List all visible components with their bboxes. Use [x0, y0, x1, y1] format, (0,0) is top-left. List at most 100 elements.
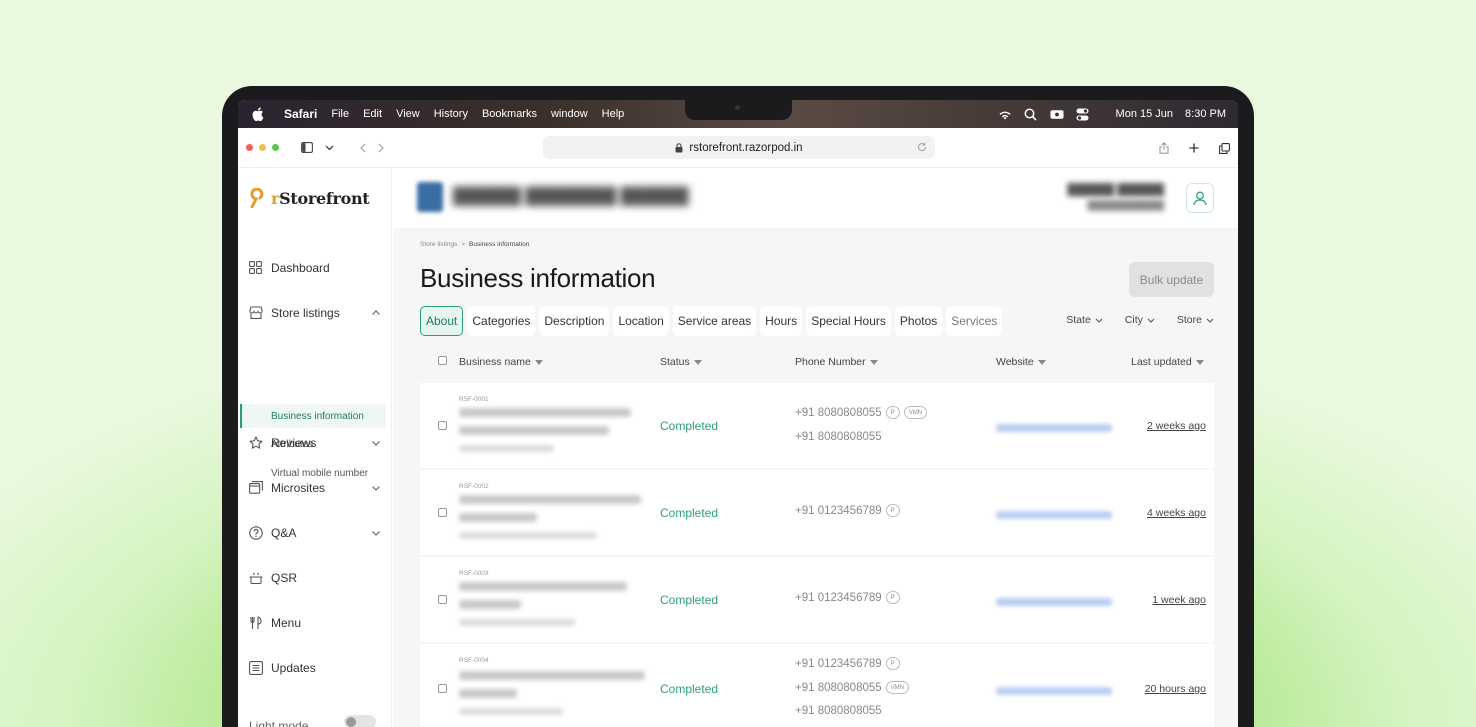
- menu-file[interactable]: File: [331, 108, 349, 120]
- screen-record-icon[interactable]: [1050, 107, 1064, 121]
- back-arrow-icon[interactable]: [355, 140, 371, 156]
- website-link-redacted[interactable]: [996, 598, 1112, 606]
- minimize-window-button[interactable]: [259, 144, 266, 151]
- table-row[interactable]: RSF-0003 Completed +91 0123456789 P 1 we…: [420, 557, 1214, 642]
- table-row[interactable]: RSF-0004 Completed +91 0123456789 P +91 …: [420, 644, 1214, 727]
- sidebar-toggle-icon[interactable]: [299, 140, 315, 156]
- primary-tag: P: [885, 504, 900, 517]
- chevron-down-icon[interactable]: [371, 483, 381, 493]
- website-link-redacted[interactable]: [996, 687, 1112, 695]
- user-avatar-button[interactable]: [1186, 183, 1214, 213]
- menubar-status: Mon 15 Jun 8:30 PM: [998, 100, 1226, 128]
- chevron-down-icon: [1206, 318, 1214, 323]
- forward-arrow-icon[interactable]: [373, 140, 389, 156]
- menubar-date[interactable]: Mon 15 Jun: [1116, 108, 1173, 120]
- control-center-icon[interactable]: [1076, 107, 1090, 121]
- tab-about[interactable]: About: [420, 306, 464, 336]
- column-phone-number[interactable]: Phone Number: [795, 356, 878, 368]
- sidebar-item-menu[interactable]: Menu: [249, 613, 381, 633]
- tab-overview-icon[interactable]: [1216, 140, 1232, 156]
- status-badge: Completed: [660, 506, 719, 520]
- filter-city[interactable]: City: [1125, 314, 1155, 326]
- light-mode-toggle[interactable]: [344, 715, 376, 727]
- filter-store[interactable]: Store: [1177, 314, 1214, 326]
- sidebar-item-label: Store listings: [271, 306, 340, 320]
- sidebar-item-label: Reviews: [271, 436, 317, 450]
- logo-mark-icon: [250, 188, 264, 208]
- close-window-button[interactable]: [246, 144, 253, 151]
- menubar-app-name[interactable]: Safari: [284, 107, 317, 121]
- sidebar-item-reviews[interactable]: Reviews: [249, 433, 381, 453]
- row-checkbox[interactable]: [438, 421, 447, 430]
- last-updated-link[interactable]: 2 weeks ago: [1147, 420, 1206, 432]
- column-status[interactable]: Status: [660, 356, 702, 368]
- sidebar-item-label: QSR: [271, 571, 298, 585]
- last-updated-link[interactable]: 1 week ago: [1152, 594, 1206, 606]
- sidebar-item-qsr[interactable]: QSR: [249, 568, 381, 588]
- business-address-redacted: [459, 708, 563, 715]
- tab-services[interactable]: Services: [946, 306, 1003, 336]
- tab-service-areas[interactable]: Service areas: [672, 306, 757, 336]
- sidebar-subitem-business-information[interactable]: Business information: [271, 411, 364, 422]
- menu-help[interactable]: Help: [602, 108, 625, 120]
- cooking-pot-icon: [249, 571, 263, 585]
- primary-tag: P: [885, 657, 900, 670]
- table-header: Business name Status Phone Number Websit…: [420, 350, 1214, 374]
- sidebar-item-label: Q&A: [271, 526, 297, 540]
- main-content: ██████ ████████ ██████ ██████ ██████ ███…: [393, 168, 1238, 727]
- menu-bookmarks[interactable]: Bookmarks: [482, 108, 537, 120]
- filter-state[interactable]: State: [1066, 314, 1103, 326]
- last-updated-link[interactable]: 20 hours ago: [1145, 683, 1206, 695]
- tab-special-hours[interactable]: Special Hours: [806, 306, 891, 336]
- menu-edit[interactable]: Edit: [363, 108, 382, 120]
- row-checkbox[interactable]: [438, 508, 447, 517]
- chevron-down-icon[interactable]: [371, 438, 381, 448]
- tab-description[interactable]: Description: [539, 306, 610, 336]
- table-row[interactable]: RSF-0001 Completed +91 8080808055 P VMN …: [420, 383, 1214, 468]
- column-last-updated[interactable]: Last updated: [1131, 356, 1204, 368]
- menu-view[interactable]: View: [396, 108, 420, 120]
- breadcrumb-parent[interactable]: Store listings: [420, 241, 457, 248]
- tab-photos[interactable]: Photos: [894, 306, 943, 336]
- tab-group-chevron-icon[interactable]: [321, 140, 337, 156]
- chevron-up-icon[interactable]: [371, 308, 381, 318]
- select-all-checkbox[interactable]: [438, 356, 447, 365]
- menubar-time[interactable]: 8:30 PM: [1185, 108, 1226, 120]
- business-name-redacted[interactable]: ██████ ████████ ██████: [453, 188, 689, 206]
- reload-icon[interactable]: [917, 141, 927, 155]
- menu-history[interactable]: History: [434, 108, 468, 120]
- address-bar[interactable]: rstorefront.razorpod.in: [543, 136, 935, 159]
- tab-location[interactable]: Location: [613, 306, 669, 336]
- table-row[interactable]: RSF-0002 Completed +91 0123456789 P 4 we…: [420, 470, 1214, 555]
- sidebar-item-dashboard[interactable]: Dashboard: [249, 258, 381, 278]
- column-business-name[interactable]: Business name: [459, 356, 543, 368]
- apple-icon[interactable]: [252, 107, 264, 121]
- chevron-down-icon[interactable]: [371, 528, 381, 538]
- website-link-redacted[interactable]: [996, 511, 1112, 519]
- sidebar-item-qa[interactable]: Q&A: [249, 523, 381, 543]
- website-link-redacted[interactable]: [996, 424, 1112, 432]
- sidebar-item-updates[interactable]: Updates: [249, 658, 381, 678]
- row-checkbox[interactable]: [438, 684, 447, 693]
- menu-window[interactable]: window: [551, 108, 588, 120]
- row-checkbox[interactable]: [438, 595, 447, 604]
- bulk-update-button[interactable]: Bulk update: [1129, 262, 1214, 297]
- tab-hours[interactable]: Hours: [760, 306, 803, 336]
- business-logo[interactable]: [417, 182, 443, 212]
- sidebar-item-microsites[interactable]: Microsites: [249, 478, 381, 498]
- last-updated-link[interactable]: 4 weeks ago: [1147, 507, 1206, 519]
- sidebar-item-store-listings[interactable]: Store listings: [249, 303, 381, 323]
- camera-notch: [685, 100, 792, 120]
- column-website[interactable]: Website: [996, 356, 1046, 368]
- spotlight-search-icon[interactable]: [1024, 107, 1038, 121]
- wifi-icon[interactable]: [998, 107, 1012, 121]
- phone-number: +91 0123456789 P: [795, 504, 900, 517]
- new-tab-icon[interactable]: [1186, 140, 1202, 156]
- tab-categories[interactable]: Categories: [467, 306, 536, 336]
- user-email-redacted: ████████████: [1087, 200, 1164, 210]
- rstorefront-logo[interactable]: rStorefront: [249, 188, 370, 208]
- zoom-window-button[interactable]: [272, 144, 279, 151]
- share-icon[interactable]: [1156, 140, 1172, 156]
- dashboard-grid-icon: [249, 261, 263, 275]
- primary-tag: P: [885, 406, 900, 419]
